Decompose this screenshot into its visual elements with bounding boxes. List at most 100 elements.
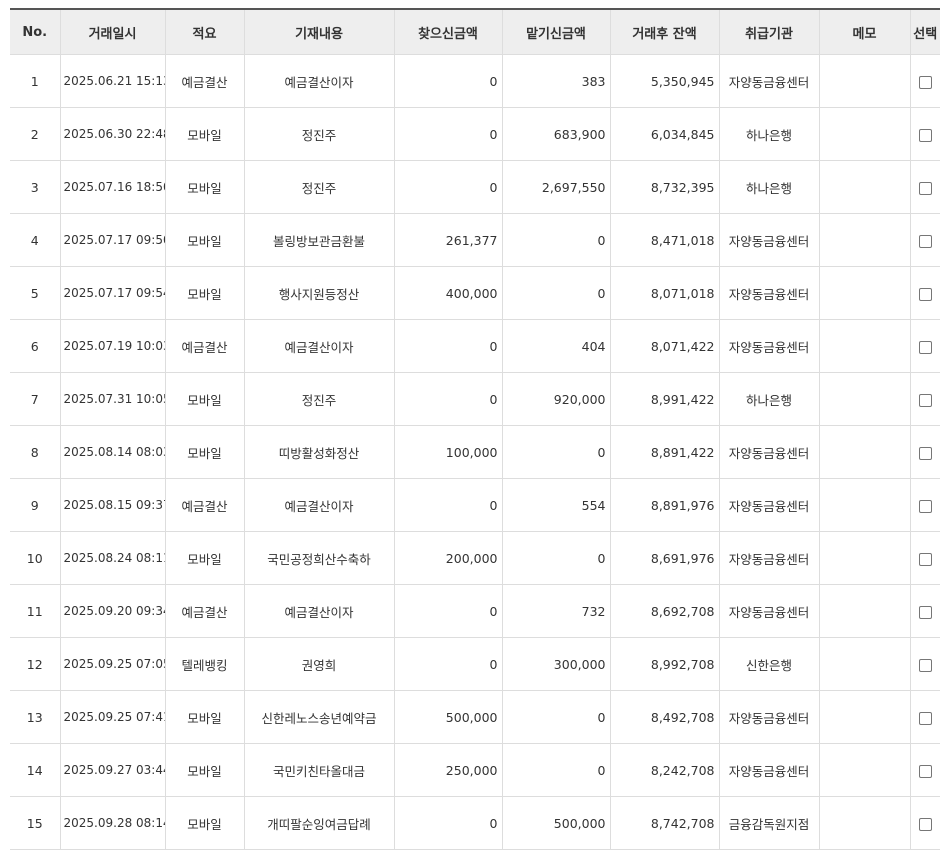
cell-summary: 모바일	[165, 743, 245, 797]
row-select-checkbox[interactable]	[918, 287, 932, 301]
cell-no: 9	[10, 478, 61, 532]
cell-select	[910, 160, 940, 214]
cell-withdrawal: 0	[394, 584, 503, 638]
cell-withdrawal: 100,000	[394, 425, 503, 479]
cell-withdrawal: 250,000	[394, 743, 503, 797]
cell-balance: 8,891,976	[610, 478, 720, 532]
table-row: 11 2025.09.20 09:34 예금결산 예금결산이자 0 732 8,692,70…	[10, 584, 940, 638]
cell-branch: 자양동금융센터	[719, 743, 820, 797]
cell-balance: 5,350,945	[610, 54, 720, 108]
header-select: 선택	[910, 8, 940, 55]
cell-description: 개띠팔순잉여금답례	[244, 796, 395, 850]
cell-datetime: 2025.06.21 15:13	[60, 54, 166, 108]
cell-deposit: 732	[502, 584, 611, 638]
cell-select	[910, 319, 940, 373]
table-header: No. 거래일시 적요 기재내용 찾으신금액 맡기신금액 거래후 잔액 취급기관…	[10, 8, 940, 55]
cell-summary: 모바일	[165, 213, 245, 267]
cell-datetime: 2025.07.16 18:50	[60, 160, 166, 214]
cell-branch: 신한은행	[719, 637, 820, 691]
cell-select	[910, 690, 940, 744]
cell-branch: 자양동금융센터	[719, 584, 820, 638]
cell-deposit: 300,000	[502, 637, 611, 691]
cell-summary: 모바일	[165, 531, 245, 585]
cell-memo	[819, 107, 911, 161]
cell-no: 4	[10, 213, 61, 267]
cell-memo	[819, 478, 911, 532]
cell-deposit: 0	[502, 690, 611, 744]
row-select-checkbox[interactable]	[918, 446, 932, 460]
cell-datetime: 2025.09.27 03:44	[60, 743, 166, 797]
cell-withdrawal: 0	[394, 637, 503, 691]
cell-select	[910, 531, 940, 585]
cell-branch: 자양동금융센터	[719, 478, 820, 532]
row-select-checkbox[interactable]	[918, 181, 932, 195]
cell-description: 국민공정희산수축하	[244, 531, 395, 585]
cell-description: 예금결산이자	[244, 584, 395, 638]
cell-balance: 8,692,708	[610, 584, 720, 638]
cell-branch: 자양동금융센터	[719, 54, 820, 108]
cell-memo	[819, 796, 911, 850]
cell-branch: 하나은행	[719, 160, 820, 214]
transaction-table: No. 거래일시 적요 기재내용 찾으신금액 맡기신금액 거래후 잔액 취급기관…	[10, 8, 940, 850]
cell-branch: 자양동금융센터	[719, 690, 820, 744]
header-datetime: 거래일시	[60, 8, 166, 55]
transaction-table-container: No. 거래일시 적요 기재내용 찾으신금액 맡기신금액 거래후 잔액 취급기관…	[10, 8, 940, 850]
row-select-checkbox[interactable]	[918, 605, 932, 619]
cell-datetime: 2025.09.25 07:05	[60, 637, 166, 691]
row-select-checkbox[interactable]	[918, 340, 932, 354]
cell-branch: 하나은행	[719, 372, 820, 426]
row-select-checkbox[interactable]	[918, 499, 932, 513]
cell-memo	[819, 584, 911, 638]
cell-description: 띠방활성화정산	[244, 425, 395, 479]
cell-balance: 8,691,976	[610, 531, 720, 585]
cell-summary: 모바일	[165, 796, 245, 850]
row-select-checkbox[interactable]	[918, 75, 932, 89]
cell-deposit: 383	[502, 54, 611, 108]
header-no: No.	[10, 8, 61, 55]
cell-select	[910, 54, 940, 108]
row-select-checkbox[interactable]	[918, 234, 932, 248]
table-row: 4 2025.07.17 09:50 모바일 볼링방보관금환불 261,377 0 8,47…	[10, 213, 940, 267]
cell-deposit: 0	[502, 213, 611, 267]
row-select-checkbox[interactable]	[918, 393, 932, 407]
row-select-checkbox[interactable]	[918, 817, 932, 831]
cell-datetime: 2025.09.20 09:34	[60, 584, 166, 638]
cell-description: 신한레노스송년예약금	[244, 690, 395, 744]
cell-memo	[819, 213, 911, 267]
cell-summary: 모바일	[165, 690, 245, 744]
table-body: 1 2025.06.21 15:13 예금결산 예금결산이자 0 383 5,350,945…	[10, 54, 940, 850]
cell-summary: 예금결산	[165, 584, 245, 638]
cell-memo	[819, 425, 911, 479]
cell-no: 13	[10, 690, 61, 744]
cell-datetime: 2025.07.17 09:54	[60, 266, 166, 320]
cell-branch: 자양동금융센터	[719, 425, 820, 479]
cell-summary: 모바일	[165, 425, 245, 479]
cell-memo	[819, 372, 911, 426]
cell-select	[910, 425, 940, 479]
cell-summary: 모바일	[165, 160, 245, 214]
cell-summary: 예금결산	[165, 54, 245, 108]
cell-no: 11	[10, 584, 61, 638]
row-select-checkbox[interactable]	[918, 552, 932, 566]
cell-balance: 8,071,018	[610, 266, 720, 320]
row-select-checkbox[interactable]	[918, 764, 932, 778]
cell-withdrawal: 0	[394, 478, 503, 532]
cell-datetime: 2025.07.31 10:05	[60, 372, 166, 426]
cell-deposit: 683,900	[502, 107, 611, 161]
cell-no: 6	[10, 319, 61, 373]
cell-summary: 모바일	[165, 266, 245, 320]
table-row: 7 2025.07.31 10:05 모바일 정진주 0 920,000 8,991,422…	[10, 372, 940, 426]
cell-no: 7	[10, 372, 61, 426]
cell-description: 정진주	[244, 372, 395, 426]
header-memo: 메모	[819, 8, 911, 55]
row-select-checkbox[interactable]	[918, 711, 932, 725]
cell-deposit: 0	[502, 743, 611, 797]
table-row: 5 2025.07.17 09:54 모바일 행사지원등정산 400,000 0 8,071…	[10, 266, 940, 320]
cell-balance: 8,071,422	[610, 319, 720, 373]
cell-select	[910, 478, 940, 532]
table-row: 15 2025.09.28 08:14 모바일 개띠팔순잉여금답례 0 500,000 8,…	[10, 796, 940, 850]
row-select-checkbox[interactable]	[918, 658, 932, 672]
header-balance: 거래후 잔액	[610, 8, 720, 55]
cell-summary: 모바일	[165, 107, 245, 161]
row-select-checkbox[interactable]	[918, 128, 932, 142]
